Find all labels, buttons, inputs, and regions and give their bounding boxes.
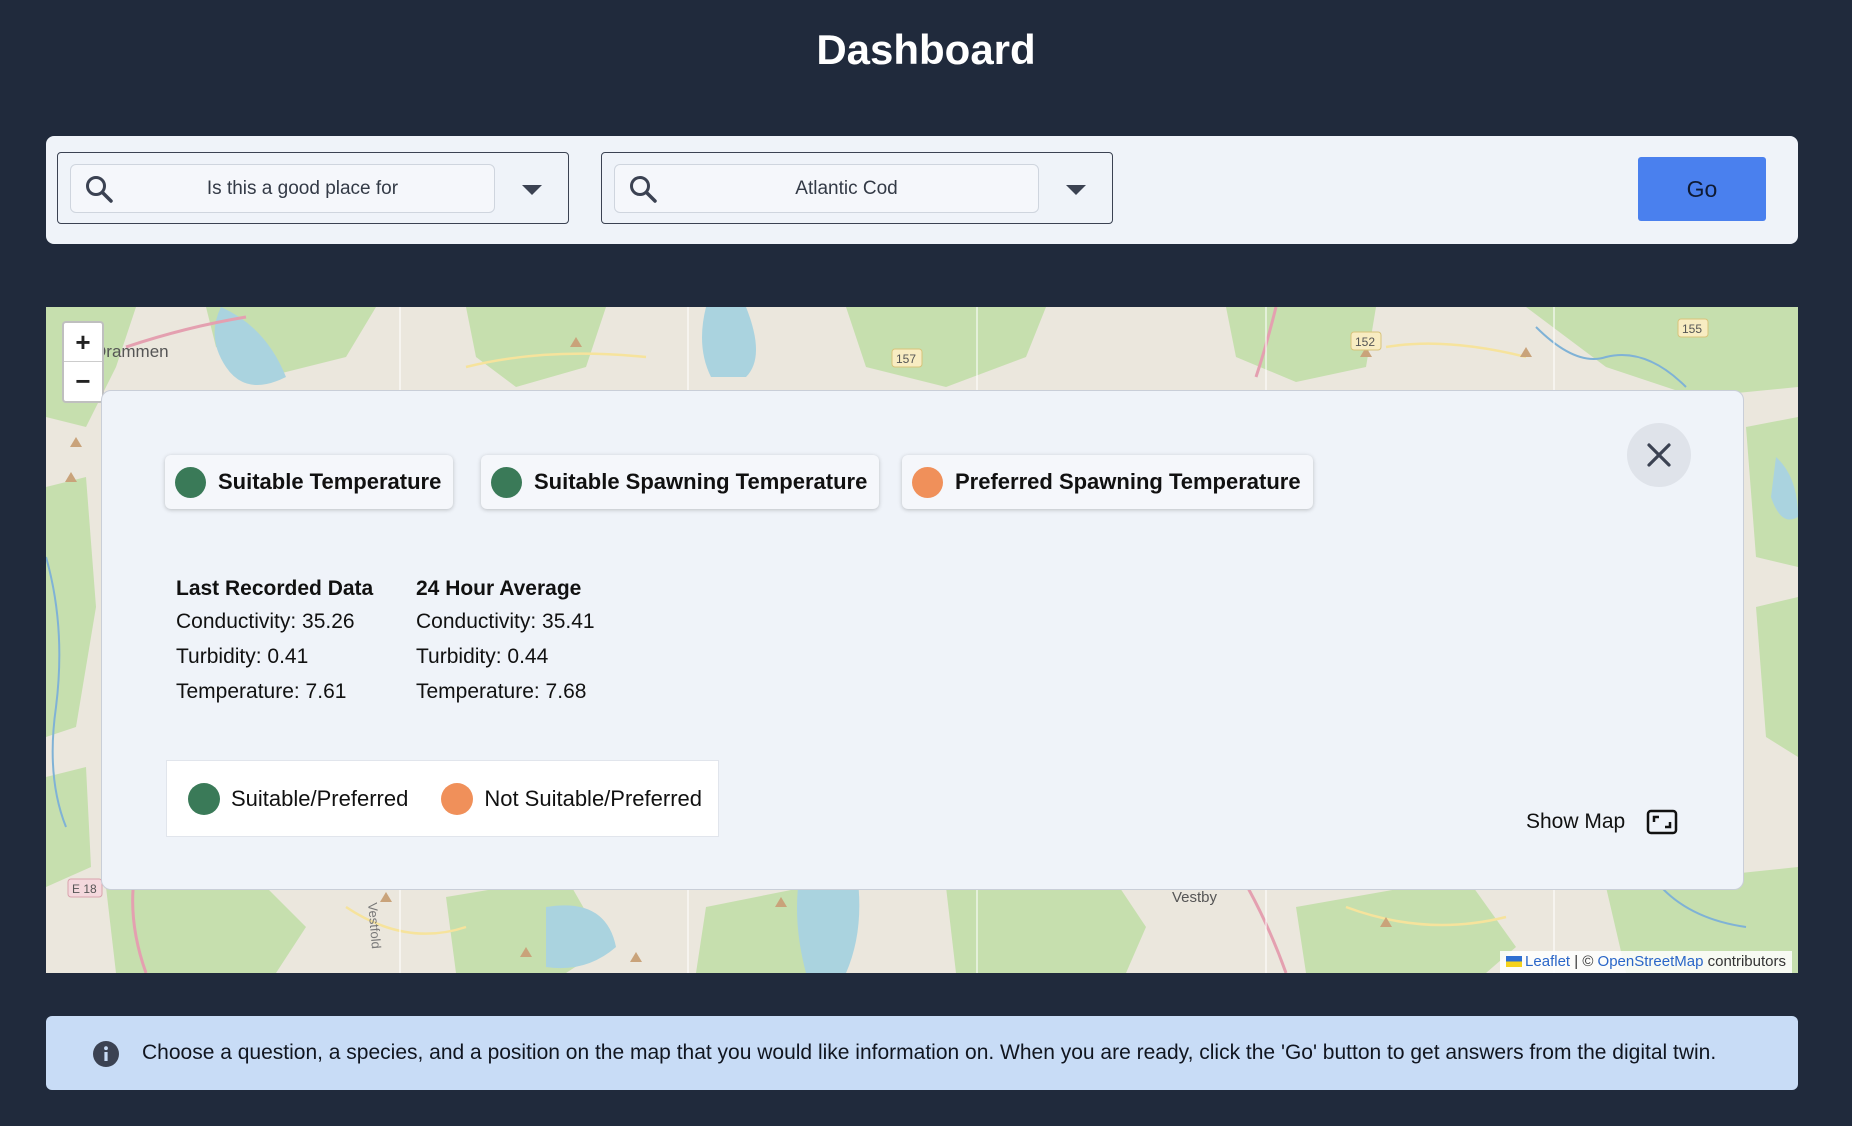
map-label-157: 157 xyxy=(896,352,916,366)
average-24h-data: 24 Hour Average Conductivity: 35.41 Turb… xyxy=(416,577,595,715)
average-temperature: Temperature: 7.68 xyxy=(416,680,587,703)
species-value: Atlantic Cod xyxy=(795,178,898,199)
attribution-separator: | © xyxy=(1570,953,1598,970)
question-input[interactable]: Is this a good place for xyxy=(70,164,495,213)
last-conductivity: Conductivity: 35.26 xyxy=(176,610,355,633)
zoom-control: + − xyxy=(62,321,104,403)
legend-label-not-suitable: Not Suitable/Preferred xyxy=(484,785,702,811)
status-dot-suitable xyxy=(491,466,522,498)
legend-dot-suitable xyxy=(188,782,220,815)
show-map-button[interactable]: Show Map xyxy=(1526,809,1678,835)
show-map-label: Show Map xyxy=(1526,810,1626,833)
chevron-down-icon[interactable] xyxy=(1066,185,1086,195)
zoom-in-button[interactable]: + xyxy=(64,323,102,362)
legend-dot-not-suitable xyxy=(441,782,474,815)
info-icon xyxy=(93,1041,119,1067)
average-conductivity: Conductivity: 35.41 xyxy=(416,610,595,633)
legend-label-suitable: Suitable/Preferred xyxy=(231,785,409,811)
status-legend: Suitable/Preferred Not Suitable/Preferre… xyxy=(166,760,719,837)
map-attribution: Leaflet | © OpenStreetMap contributors xyxy=(1500,951,1792,973)
chip-label: Preferred Spawning Temperature xyxy=(955,469,1301,494)
last-recorded-data: Last Recorded Data Conductivity: 35.26 T… xyxy=(176,577,373,715)
search-icon xyxy=(86,176,113,203)
results-panel: Suitable Temperature Suitable Spawning T… xyxy=(101,390,1744,890)
chevron-down-icon[interactable] xyxy=(522,185,542,195)
question-value: Is this a good place for xyxy=(206,178,399,199)
species-select[interactable]: Atlantic Cod xyxy=(601,152,1113,224)
map-label-e18: E 18 xyxy=(72,882,97,896)
search-icon xyxy=(630,176,657,203)
status-dot-suitable xyxy=(175,466,206,498)
last-recorded-heading: Last Recorded Data xyxy=(176,577,374,600)
chip-label: Suitable Temperature xyxy=(218,469,442,494)
page-title: Dashboard xyxy=(816,26,1036,73)
last-turbidity: Turbidity: 0.41 xyxy=(176,645,309,668)
chip-preferred-spawning-temperature: Preferred Spawning Temperature xyxy=(902,455,1313,509)
last-temperature: Temperature: 7.61 xyxy=(176,680,347,703)
map-label-vestby: Vestby xyxy=(1172,889,1218,906)
go-button[interactable]: Go xyxy=(1638,157,1766,221)
openstreetmap-link[interactable]: OpenStreetMap xyxy=(1598,953,1704,970)
average-heading: 24 Hour Average xyxy=(416,577,582,600)
chip-suitable-spawning-temperature: Suitable Spawning Temperature xyxy=(481,455,880,509)
ukraine-flag-icon xyxy=(1506,956,1523,967)
chip-label: Suitable Spawning Temperature xyxy=(534,469,868,494)
attribution-suffix: contributors xyxy=(1703,953,1786,970)
close-icon xyxy=(1647,443,1671,467)
close-button[interactable] xyxy=(1627,423,1691,487)
chip-suitable-temperature: Suitable Temperature xyxy=(165,455,454,509)
species-input[interactable]: Atlantic Cod xyxy=(614,164,1039,213)
leaflet-link[interactable]: Leaflet xyxy=(1525,953,1570,970)
info-message: Choose a question, a species, and a posi… xyxy=(142,1041,1717,1064)
expand-map-icon xyxy=(1646,809,1678,835)
query-controls: Is this a good place for Atlantic Cod Go xyxy=(46,136,1798,244)
map-label-drammen: Drammen xyxy=(94,342,169,361)
question-select[interactable]: Is this a good place for xyxy=(57,152,569,224)
map-label-155: 155 xyxy=(1682,322,1702,336)
zoom-out-button[interactable]: − xyxy=(64,362,102,401)
info-banner: Choose a question, a species, and a posi… xyxy=(46,1016,1798,1090)
average-turbidity: Turbidity: 0.44 xyxy=(416,645,549,668)
status-dot-not-suitable xyxy=(912,466,943,498)
map-label-152: 152 xyxy=(1355,335,1375,349)
